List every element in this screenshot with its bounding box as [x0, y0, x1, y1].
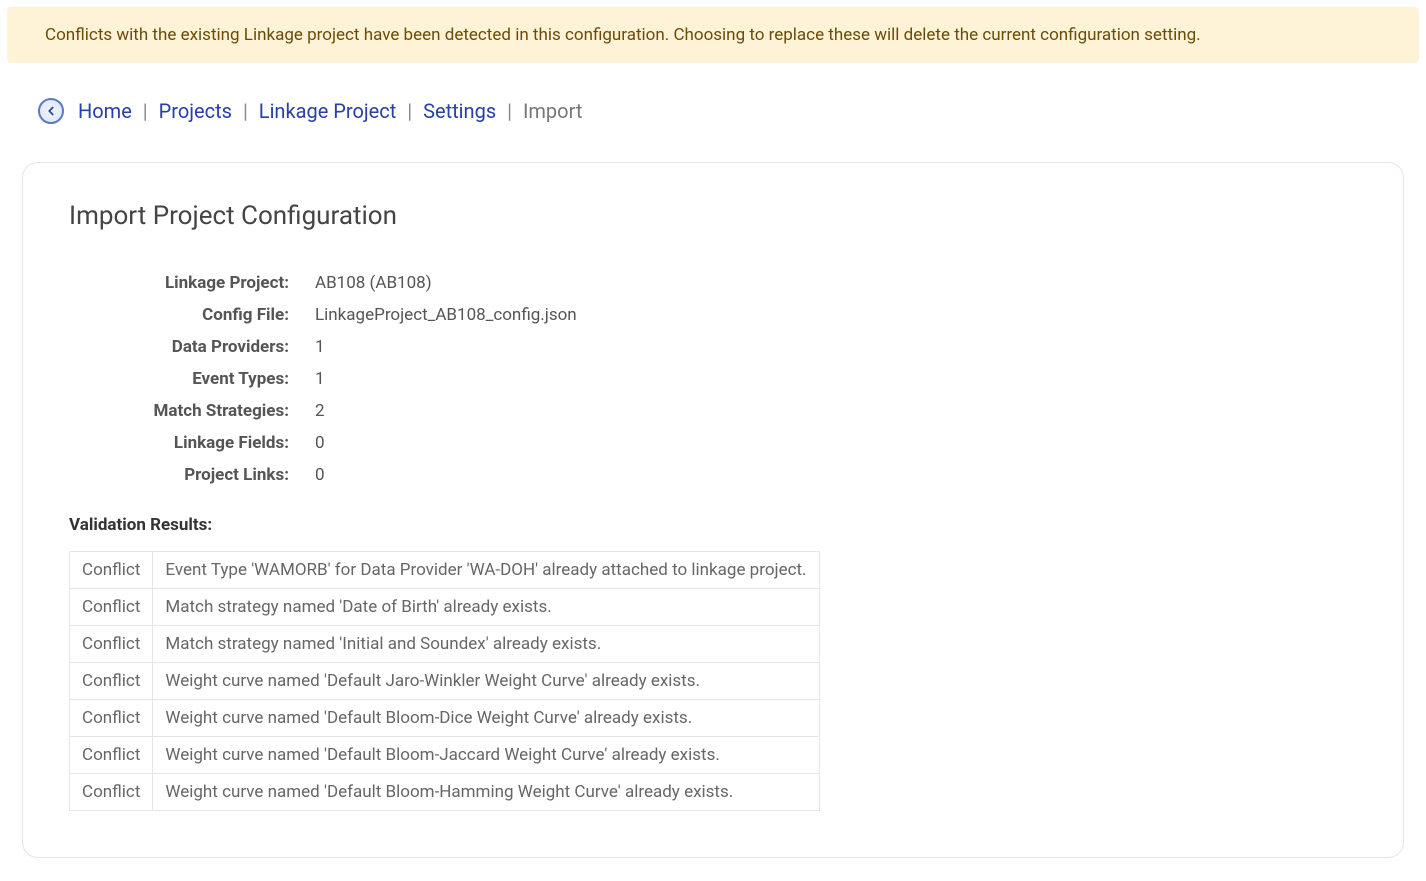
summary-value: LinkageProject_AB108_config.json [299, 299, 587, 331]
validation-result-message: Weight curve named 'Default Bloom-Hammin… [153, 774, 819, 811]
validation-result-message: Event Type 'WAMORB' for Data Provider 'W… [153, 552, 819, 589]
summary-value: 0 [299, 427, 587, 459]
conflict-alert-text: Conflicts with the existing Linkage proj… [45, 25, 1201, 45]
breadcrumb-item[interactable]: Projects [159, 99, 232, 123]
summary-label: Match Strategies: [69, 395, 299, 427]
validation-result-type: Conflict [70, 663, 153, 700]
summary-label: Config File: [69, 299, 299, 331]
validation-result-row: ConflictEvent Type 'WAMORB' for Data Pro… [70, 552, 820, 589]
summary-value: 1 [299, 331, 587, 363]
summary-value: 1 [299, 363, 587, 395]
summary-value: AB108 (AB108) [299, 267, 587, 299]
breadcrumb-item[interactable]: Linkage Project [259, 99, 397, 123]
validation-result-row: ConflictMatch strategy named 'Initial an… [70, 626, 820, 663]
summary-table: Linkage Project:AB108 (AB108)Config File… [69, 267, 587, 491]
breadcrumb-separator: | [138, 99, 153, 123]
summary-row: Event Types:1 [69, 363, 587, 395]
breadcrumb-item[interactable]: Settings [423, 99, 496, 123]
validation-result-row: ConflictWeight curve named 'Default Bloo… [70, 700, 820, 737]
validation-result-message: Weight curve named 'Default Bloom-Dice W… [153, 700, 819, 737]
summary-row: Project Links:0 [69, 459, 587, 491]
conflict-alert: Conflicts with the existing Linkage proj… [7, 7, 1419, 63]
validation-results-heading: Validation Results: [69, 515, 1357, 535]
breadcrumb-separator: | [502, 99, 517, 123]
validation-result-row: ConflictWeight curve named 'Default Bloo… [70, 774, 820, 811]
validation-result-type: Conflict [70, 737, 153, 774]
panel-title: Import Project Configuration [69, 201, 1357, 231]
summary-row: Match Strategies:2 [69, 395, 587, 427]
validation-result-message: Match strategy named 'Initial and Sounde… [153, 626, 819, 663]
breadcrumb-separator: | [238, 99, 253, 123]
validation-result-type: Conflict [70, 774, 153, 811]
import-config-panel: Import Project Configuration Linkage Pro… [22, 162, 1404, 858]
breadcrumb-item[interactable]: Home [78, 99, 132, 123]
summary-label: Project Links: [69, 459, 299, 491]
breadcrumb-item: Import [523, 99, 582, 123]
summary-value: 2 [299, 395, 587, 427]
validation-result-row: ConflictWeight curve named 'Default Bloo… [70, 737, 820, 774]
validation-results-table: ConflictEvent Type 'WAMORB' for Data Pro… [69, 551, 820, 811]
validation-result-type: Conflict [70, 589, 153, 626]
validation-result-row: ConflictWeight curve named 'Default Jaro… [70, 663, 820, 700]
summary-label: Linkage Fields: [69, 427, 299, 459]
validation-result-type: Conflict [70, 552, 153, 589]
summary-row: Linkage Project:AB108 (AB108) [69, 267, 587, 299]
breadcrumb: Home | Projects | Linkage Project | Sett… [0, 70, 1426, 134]
breadcrumb-separator: | [402, 99, 417, 123]
back-icon[interactable] [38, 98, 64, 124]
summary-label: Event Types: [69, 363, 299, 395]
summary-row: Config File:LinkageProject_AB108_config.… [69, 299, 587, 331]
validation-result-message: Match strategy named 'Date of Birth' alr… [153, 589, 819, 626]
validation-result-message: Weight curve named 'Default Jaro-Winkler… [153, 663, 819, 700]
summary-row: Linkage Fields:0 [69, 427, 587, 459]
validation-result-type: Conflict [70, 626, 153, 663]
summary-label: Linkage Project: [69, 267, 299, 299]
summary-label: Data Providers: [69, 331, 299, 363]
validation-result-row: ConflictMatch strategy named 'Date of Bi… [70, 589, 820, 626]
validation-result-message: Weight curve named 'Default Bloom-Jaccar… [153, 737, 819, 774]
validation-result-type: Conflict [70, 700, 153, 737]
summary-row: Data Providers:1 [69, 331, 587, 363]
summary-value: 0 [299, 459, 587, 491]
